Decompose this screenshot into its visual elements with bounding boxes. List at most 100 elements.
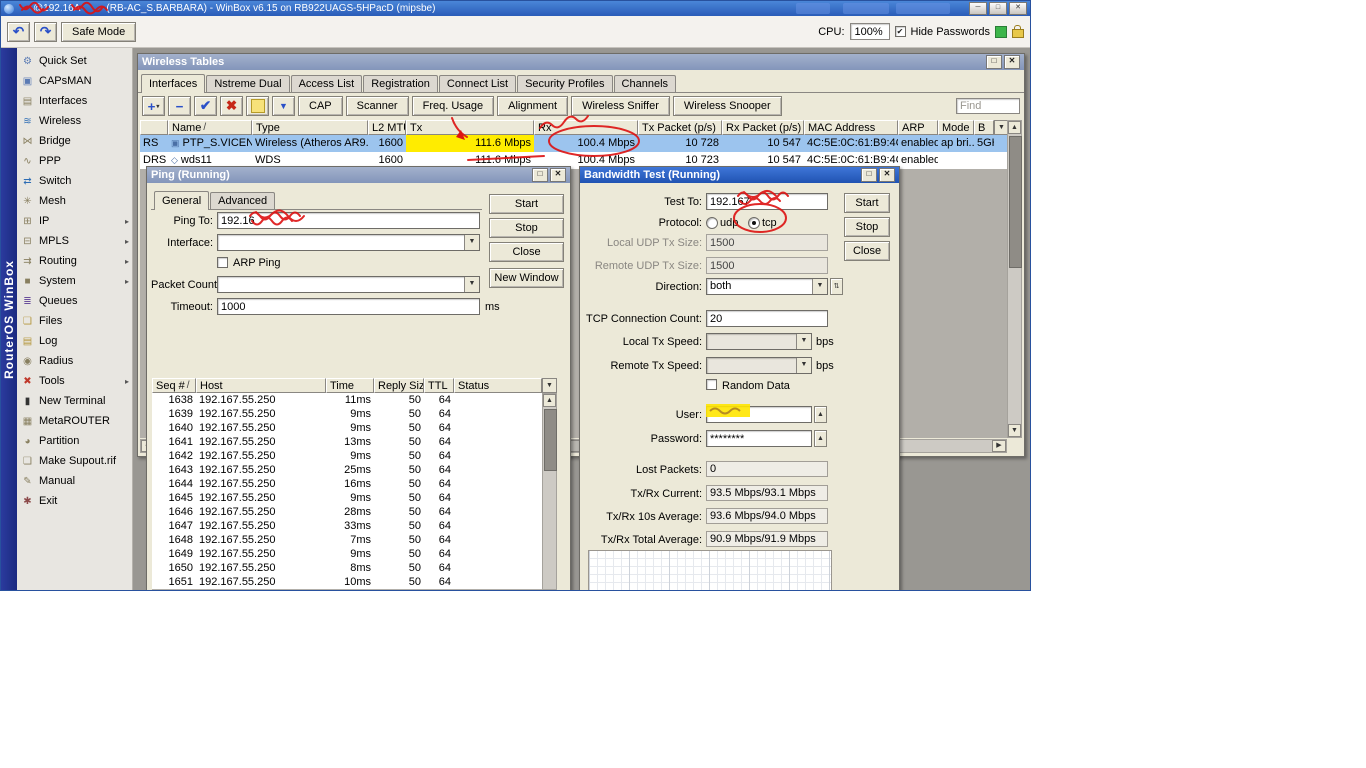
remove-button[interactable]: − xyxy=(168,96,191,116)
tab-access-list[interactable]: Access List xyxy=(290,75,363,92)
password-input[interactable] xyxy=(706,430,812,447)
maximize-button[interactable]: □ xyxy=(532,168,548,182)
scroll-up-icon[interactable]: ▲ xyxy=(1008,121,1021,134)
ping-result-row[interactable]: 1638 192.167.55.250 11ms 50 64 xyxy=(152,393,557,407)
sidebar-item-make-supout-rif[interactable]: ❏ Make Supout.rif xyxy=(17,451,132,471)
ping-result-row[interactable]: 1650 192.167.55.250 8ms 50 64 xyxy=(152,561,557,575)
sidebar-item-capsman[interactable]: ▣ CAPsMAN xyxy=(17,71,132,91)
scanner-button[interactable]: Scanner xyxy=(345,96,409,116)
undo-button[interactable]: ↶ xyxy=(7,21,30,42)
cap-button[interactable]: CAP xyxy=(298,96,343,116)
scrollbar-thumb[interactable] xyxy=(544,409,557,471)
ping-result-row[interactable]: 1651 192.167.55.250 10ms 50 64 xyxy=(152,575,557,589)
close-button[interactable]: ✕ xyxy=(879,168,895,182)
column-header-host[interactable]: Host xyxy=(196,378,326,393)
column-header-mode[interactable]: Mode xyxy=(938,120,974,135)
direction-spin-button[interactable]: ⇅ xyxy=(830,278,843,295)
interface-select[interactable]: ▼ xyxy=(217,234,480,251)
ping-result-row[interactable]: 1643 192.167.55.250 25ms 50 64 xyxy=(152,463,557,477)
bandwidth-test-titlebar[interactable]: Bandwidth Test (Running) □ ✕ xyxy=(580,167,899,183)
vertical-scrollbar[interactable]: ▲ ▼ xyxy=(1007,120,1022,438)
sidebar-item-ppp[interactable]: ∿ PPP xyxy=(17,151,132,171)
tab-advanced[interactable]: Advanced xyxy=(210,192,276,209)
window-titlebar[interactable]: @192.16A (RB-AC_S.BARBARA) - WinBox v6.15… xyxy=(1,1,1030,16)
column-header-mac-address[interactable]: MAC Address xyxy=(804,120,898,135)
freq-usage-button[interactable]: Freq. Usage xyxy=(411,96,495,116)
column-header-status[interactable]: Status xyxy=(454,378,542,393)
column-header-name[interactable]: Name / xyxy=(168,120,252,135)
sidebar-item-exit[interactable]: ✱ Exit xyxy=(17,491,132,511)
ping-to-input[interactable] xyxy=(217,212,480,229)
ping-titlebar[interactable]: Ping (Running) □ ✕ xyxy=(147,167,570,183)
column-header-time[interactable]: Time xyxy=(326,378,374,393)
alignment-button[interactable]: Alignment xyxy=(497,96,569,116)
vertical-scrollbar[interactable]: ▲ xyxy=(542,393,557,590)
sidebar-item-ip[interactable]: ⊞ IP ▸ xyxy=(17,211,132,231)
tab-nstreme-dual[interactable]: Nstreme Dual xyxy=(206,75,290,92)
sidebar-item-bridge[interactable]: ⋈ Bridge xyxy=(17,131,132,151)
packet-count-select[interactable]: ▼ xyxy=(217,276,480,293)
ping-result-row[interactable]: 1639 192.167.55.250 9ms 50 64 xyxy=(152,407,557,421)
tab-connect-list[interactable]: Connect List xyxy=(438,75,517,92)
sidebar-item-radius[interactable]: ◉ Radius xyxy=(17,351,132,371)
random-data-checkbox[interactable] xyxy=(706,379,717,390)
scroll-down-icon[interactable]: ▼ xyxy=(1008,424,1021,437)
add-button[interactable]: + ▾ xyxy=(142,96,165,116)
sidebar-item-routing[interactable]: ⇉ Routing ▸ xyxy=(17,251,132,271)
user-input[interactable] xyxy=(706,406,812,423)
scroll-up-icon[interactable]: ▲ xyxy=(543,394,556,407)
sidebar-item-partition[interactable]: ◕ Partition xyxy=(17,431,132,451)
close-button[interactable]: ✕ xyxy=(1004,55,1020,69)
find-input[interactable] xyxy=(956,98,1020,114)
ping-close-button[interactable]: Close xyxy=(489,242,564,262)
tcp-radio[interactable] xyxy=(748,217,760,229)
column-header-ttl[interactable]: TTL xyxy=(424,378,454,393)
maximize-button[interactable]: □ xyxy=(989,2,1007,15)
timeout-input[interactable] xyxy=(217,298,480,315)
bt-start-button[interactable]: Start xyxy=(844,193,890,213)
bt-close-button[interactable]: Close xyxy=(844,241,890,261)
tcp-count-input[interactable] xyxy=(706,310,828,327)
redo-button[interactable]: ↷ xyxy=(34,21,57,42)
enable-button[interactable]: ✔ xyxy=(194,96,217,116)
sidebar-item-files[interactable]: ❏ Files xyxy=(17,311,132,331)
ping-result-row[interactable]: 1640 192.167.55.250 9ms 50 64 xyxy=(152,421,557,435)
ping-stop-button[interactable]: Stop xyxy=(489,218,564,238)
column-header-reply-size[interactable]: Reply Size xyxy=(374,378,424,393)
column-menu-icon[interactable]: ▼ xyxy=(542,378,557,393)
wireless-snooper-button[interactable]: Wireless Snooper xyxy=(672,96,782,116)
scroll-right-icon[interactable]: ▶ xyxy=(992,440,1006,452)
arp-ping-checkbox[interactable] xyxy=(217,257,228,268)
column-header-arp[interactable]: ARP xyxy=(898,120,938,135)
column-header-rx[interactable]: Rx xyxy=(534,120,638,135)
minimize-button[interactable]: ─ xyxy=(969,2,987,15)
safe-mode-button[interactable]: Safe Mode xyxy=(61,21,137,42)
ping-new-window-button[interactable]: New Window xyxy=(489,268,564,288)
disable-button[interactable]: ✖ xyxy=(220,96,243,116)
tab-interfaces[interactable]: Interfaces xyxy=(141,74,206,93)
sidebar-item-wireless[interactable]: ≋ Wireless xyxy=(17,111,132,131)
interface-row[interactable]: RS ▣PTP_S.VICEN...Wireless (Atheros AR9..… xyxy=(140,135,1009,152)
sidebar-item-interfaces[interactable]: ▤ Interfaces xyxy=(17,91,132,111)
ping-result-row[interactable]: 1649 192.167.55.250 9ms 50 64 xyxy=(152,547,557,561)
ping-result-row[interactable]: 1642 192.167.55.250 9ms 50 64 xyxy=(152,449,557,463)
close-button[interactable]: ✕ xyxy=(1009,2,1027,15)
hide-passwords-checkbox[interactable]: ✔ xyxy=(894,26,906,37)
ping-result-row[interactable]: 1641 192.167.55.250 13ms 50 64 xyxy=(152,435,557,449)
sidebar-item-queues[interactable]: ≣ Queues xyxy=(17,291,132,311)
user-collapse-button[interactable]: ▲ xyxy=(814,406,827,423)
column-header-tx[interactable]: Tx xyxy=(406,120,534,135)
sidebar-item-new-terminal[interactable]: ▮ New Terminal xyxy=(17,391,132,411)
sidebar-item-mpls[interactable]: ⊟ MPLS ▸ xyxy=(17,231,132,251)
sidebar-item-manual[interactable]: ✎ Manual xyxy=(17,471,132,491)
tab-registration[interactable]: Registration xyxy=(363,75,438,92)
ping-result-row[interactable]: 1644 192.167.55.250 16ms 50 64 xyxy=(152,477,557,491)
ping-result-row[interactable]: 1645 192.167.55.250 9ms 50 64 xyxy=(152,491,557,505)
ping-result-row[interactable]: 1648 192.167.55.250 7ms 50 64 xyxy=(152,533,557,547)
sidebar-item-tools[interactable]: ✖ Tools ▸ xyxy=(17,371,132,391)
column-header-flag[interactable] xyxy=(140,120,168,135)
sidebar-item-system[interactable]: ■ System ▸ xyxy=(17,271,132,291)
column-header-tx-packet-p-s[interactable]: Tx Packet (p/s) xyxy=(638,120,722,135)
maximize-button[interactable]: □ xyxy=(986,55,1002,69)
filter-button[interactable]: ▼ xyxy=(272,96,295,116)
